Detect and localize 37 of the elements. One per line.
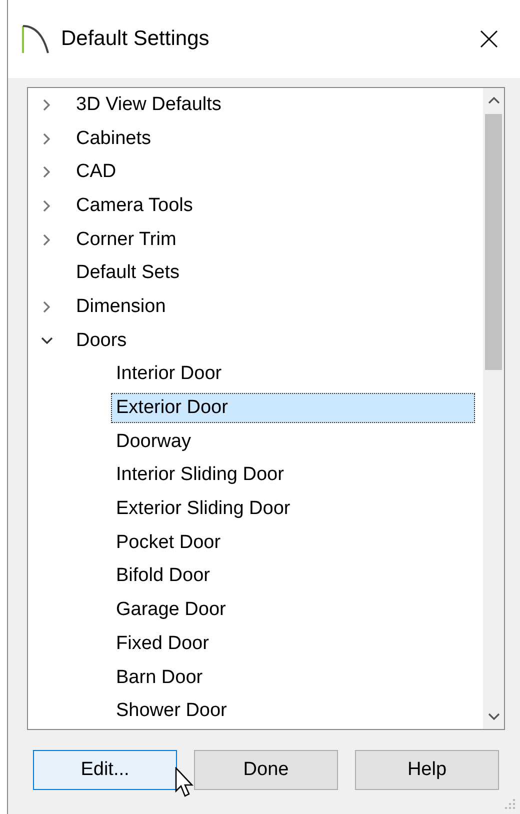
dialog-button[interactable]: Edit... <box>33 750 177 790</box>
tree-item[interactable]: Barn Door <box>111 662 208 693</box>
chevron-right-icon[interactable] <box>41 132 53 145</box>
tree-item[interactable]: Dimension <box>71 292 171 322</box>
tree-item[interactable]: Corner Trim <box>71 224 182 255</box>
window-title: Default Settings <box>61 27 210 51</box>
tree-item[interactable]: 3D View Defaults <box>71 90 226 120</box>
dialog-button[interactable]: Done <box>194 750 338 790</box>
tree-item[interactable]: Interior Sliding Door <box>111 460 289 490</box>
scroll-up-icon[interactable] <box>488 96 500 104</box>
chevron-right-icon[interactable] <box>41 200 53 212</box>
tree-item[interactable]: Camera Tools <box>71 190 198 221</box>
chevron-down-icon[interactable] <box>41 334 53 347</box>
scrollbar[interactable] <box>483 88 504 729</box>
tree-item[interactable]: Garage Door <box>111 595 231 626</box>
chevron-right-icon[interactable] <box>41 234 53 246</box>
resize-grip-icon[interactable] <box>502 796 516 810</box>
scroll-thumb[interactable] <box>485 114 502 370</box>
chevron-right-icon[interactable] <box>41 98 53 111</box>
chevron-right-icon[interactable] <box>41 300 53 313</box>
scroll-down-icon[interactable] <box>488 713 500 721</box>
chevron-right-icon[interactable] <box>41 166 53 178</box>
tree-item[interactable]: Doorway <box>111 426 196 457</box>
tree-item[interactable]: Cabinets <box>71 124 156 154</box>
tree-item[interactable]: Doors <box>71 326 132 356</box>
tree-item[interactable]: Shower Door <box>111 696 232 726</box>
tree-item[interactable]: Default Sets <box>71 258 184 288</box>
tree-item[interactable]: CAD <box>71 157 122 188</box>
tree-item[interactable]: Fixed Door <box>111 628 214 659</box>
tree-item[interactable]: Interior Door <box>111 359 227 390</box>
tree-item[interactable]: Bifold Door <box>111 561 215 592</box>
close-icon <box>479 29 499 49</box>
tree-item[interactable]: Pocket Door <box>111 528 226 558</box>
tree-item[interactable]: Exterior Sliding Door <box>111 494 296 524</box>
arch-logo-icon <box>21 24 49 54</box>
dialog-button[interactable]: Help <box>355 750 499 790</box>
tree-item[interactable]: Exterior Door <box>111 393 475 424</box>
